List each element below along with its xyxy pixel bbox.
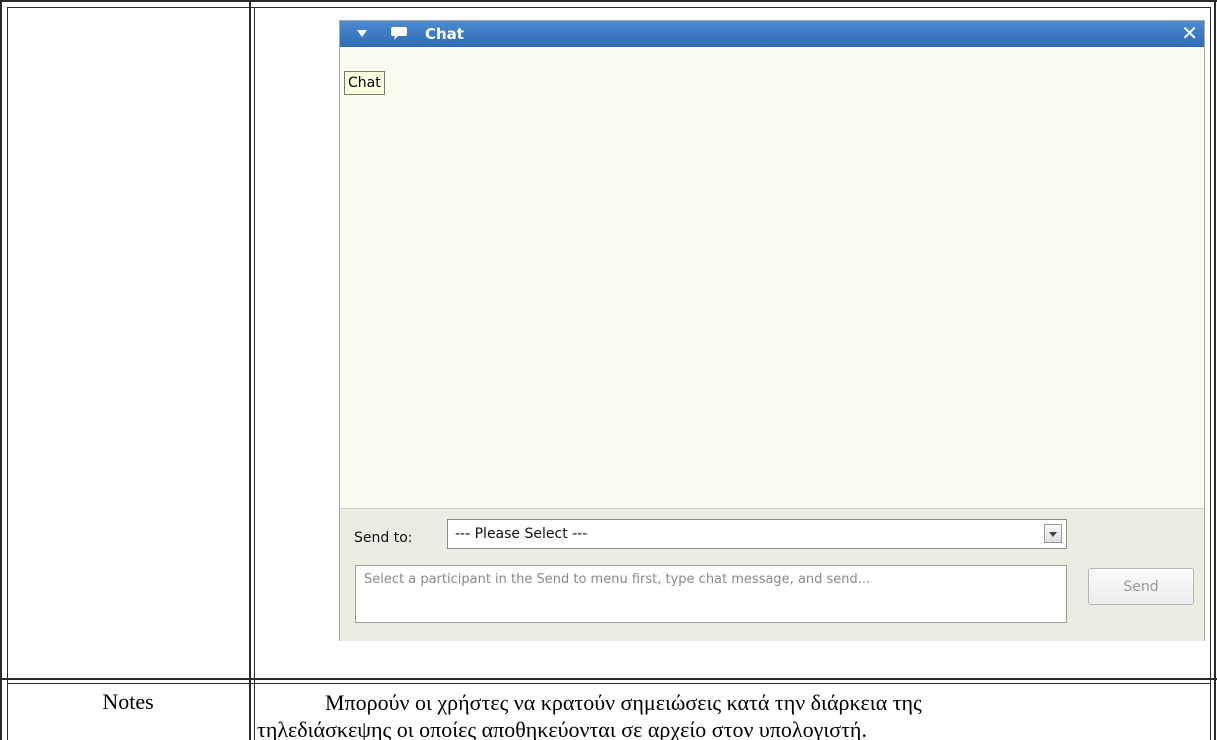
notes-description-cell: Μπορούν οι χρήστες να κρατούν σημειώσεις… [257,686,1212,740]
table-column-divider-inner [254,7,255,740]
table-left-border [0,0,2,740]
collapse-arrow-icon[interactable] [357,30,367,37]
notes-label-cell: Notes [8,686,248,740]
table-top-border [0,0,1217,2]
chat-tooltip: Chat [344,71,385,95]
notes-description-line-1: Μπορούν οι χρήστες να κρατούν σημειώσεις… [325,690,922,715]
close-icon[interactable]: ✕ [1181,22,1198,44]
chat-titlebar: Chat ✕ [340,21,1204,47]
chevron-down-icon[interactable] [1044,524,1062,543]
notes-label: Notes [102,689,154,714]
table-column-divider [249,0,251,740]
table-top-border-inner [7,7,1211,8]
send-to-label: Send to: [354,530,413,546]
recipient-select-value: --- Please Select --- [455,526,588,542]
chat-bubble-icon [391,27,407,40]
chat-compose-area: Send to: --- Please Select --- Select a … [340,508,1204,641]
chat-message-input[interactable]: Select a participant in the Send to menu… [355,565,1067,623]
table-row-divider-inner [7,683,1211,684]
table-right-border [1214,0,1216,740]
recipient-select[interactable]: --- Please Select --- [447,519,1067,549]
chat-panel: Chat ✕ Chat Send to: --- Please Select -… [339,20,1205,641]
table-right-border-inner [1210,7,1211,740]
send-button[interactable]: Send [1088,568,1194,605]
table-row-divider [0,678,1217,680]
table-left-border-inner [7,7,8,740]
notes-description-line-2: τηλεδιάσκεψης οι οποίες αποθηκεύονται σε… [257,717,867,740]
chat-title: Chat [425,25,464,43]
